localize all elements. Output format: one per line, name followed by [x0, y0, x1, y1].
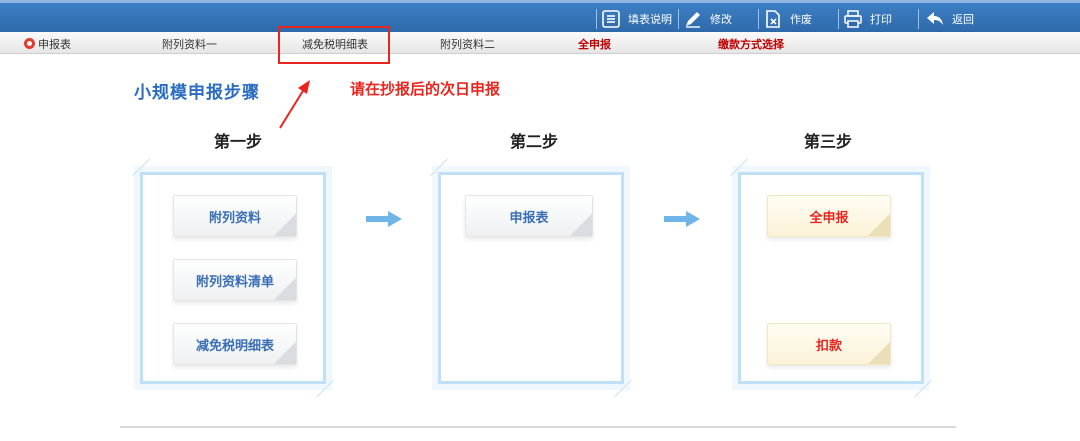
step-2-title: 第二步	[510, 132, 559, 151]
arrow-right-icon	[664, 211, 700, 227]
tax-exemption-detail-button[interactable]: 减免税明细表	[173, 323, 297, 365]
void-button[interactable]: 作废	[762, 7, 812, 31]
tab-payment-method[interactable]: 缴款方式选择	[718, 36, 784, 52]
step-2-panel: 申报表	[438, 172, 624, 384]
back-button[interactable]: 返回	[924, 7, 974, 31]
toolbar-separator	[678, 9, 679, 29]
deduct-payment-button[interactable]: 扣款	[767, 323, 891, 365]
card-label: 减免税明细表	[195, 338, 274, 354]
declaration-form-button[interactable]: 申报表	[465, 195, 593, 237]
fill-guide-button[interactable]: 填表说明	[600, 7, 672, 31]
toolbar-separator	[918, 9, 919, 29]
arrow-right-icon	[366, 211, 402, 227]
tab-attachment-1[interactable]: 附列资料一	[162, 36, 217, 52]
highlight-annotation-box	[278, 26, 390, 64]
tab-label: 申报表	[38, 38, 71, 51]
card-label: 扣款	[815, 338, 842, 354]
back-arrow-icon	[924, 8, 946, 30]
modify-button[interactable]: 修改	[682, 7, 732, 31]
annotation-arrow-icon	[279, 80, 310, 129]
toolbar-separator	[758, 9, 759, 29]
toolbar-separator	[838, 9, 839, 29]
step-3-title: 第三步	[804, 132, 853, 151]
document-list-icon	[600, 8, 622, 30]
card-label: 附列资料	[208, 210, 261, 226]
card-label: 全申报	[809, 210, 849, 226]
card-label: 申报表	[509, 210, 549, 226]
pencil-icon	[682, 8, 704, 30]
top-toolbar: 填表说明 修改 作废 打印 返回	[0, 0, 1080, 32]
card-label: 附列资料清单	[195, 274, 274, 290]
tab-label: 全申报	[578, 38, 611, 51]
annotation-text: 请在抄报后的次日申报	[350, 80, 501, 98]
printer-icon	[842, 8, 864, 30]
modify-label: 修改	[710, 13, 732, 26]
tab-label: 附列资料二	[440, 38, 495, 51]
tab-bar: 申报表 附列资料一 减免税明细表 附列资料二 全申报 缴款方式选择	[0, 32, 1080, 54]
step-1-title: 第一步	[214, 132, 263, 151]
divider	[120, 426, 956, 428]
step-3-panel: 全申报 扣款	[738, 172, 924, 384]
tab-declaration-form[interactable]: 申报表	[24, 36, 71, 52]
print-button[interactable]: 打印	[842, 7, 892, 31]
back-label: 返回	[952, 13, 974, 26]
full-declaration-button[interactable]: 全申报	[767, 195, 891, 237]
step-1-panel: 附列资料 附列资料清单 减免税明细表	[140, 172, 326, 384]
attachment-list-button[interactable]: 附列资料清单	[173, 259, 297, 301]
document-x-icon	[762, 8, 784, 30]
attachment-button[interactable]: 附列资料	[173, 195, 297, 237]
tab-label: 缴款方式选择	[718, 38, 784, 51]
fill-guide-label: 填表说明	[628, 13, 672, 26]
toolbar-separator	[596, 9, 597, 29]
tab-full-declaration[interactable]: 全申报	[578, 36, 611, 52]
tab-label: 附列资料一	[162, 38, 217, 51]
print-label: 打印	[870, 13, 892, 26]
page-title: 小规模申报步骤	[134, 83, 260, 103]
gear-icon	[24, 38, 35, 49]
tab-attachment-2[interactable]: 附列资料二	[440, 36, 495, 52]
void-label: 作废	[790, 13, 812, 26]
